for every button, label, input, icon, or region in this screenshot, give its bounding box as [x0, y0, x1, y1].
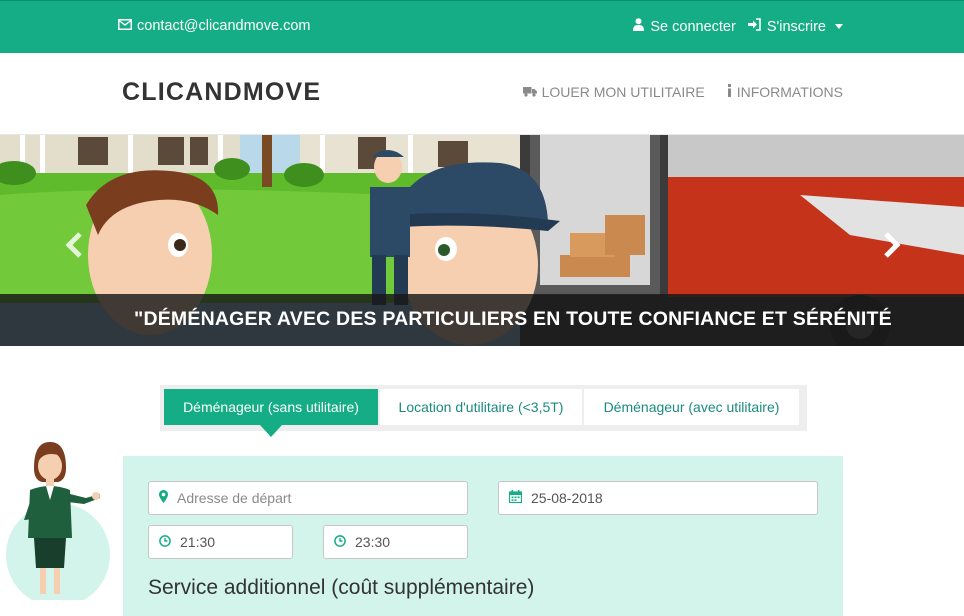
nav-informations[interactable]: INFORMATIONS: [727, 84, 843, 100]
hero-caption: "DÉMÉNAGER AVEC DES PARTICULIERS EN TOUT…: [134, 308, 892, 330]
contact-email-text: contact@clicandmove.com: [137, 18, 311, 34]
end-time-input[interactable]: 23:30: [323, 525, 468, 559]
signup-label: S'inscrire: [766, 18, 826, 35]
main-navbar: CLICANDMOVE LOUER MON UTILITAIRE INFORMA…: [0, 53, 964, 135]
calendar-icon: [508, 490, 523, 506]
departure-address-placeholder: Adresse de départ: [177, 490, 292, 506]
hero-caption-band: "DÉMÉNAGER AVEC DES PARTICULIERS EN TOUT…: [0, 294, 964, 346]
carousel-next-arrow[interactable]: [880, 231, 904, 259]
service-tabs: Déménageur (sans utilitaire) Location d'…: [160, 385, 807, 437]
end-time-value: 23:30: [355, 534, 391, 550]
departure-address-input[interactable]: Adresse de départ: [148, 481, 468, 515]
login-label: Se connecter: [650, 18, 736, 35]
signup-dropdown[interactable]: S'inscrire: [747, 18, 843, 35]
move-date-value: 25-08-2018: [531, 490, 603, 506]
clock-icon: [159, 534, 171, 550]
truck-icon: [522, 84, 537, 100]
info-icon: [727, 84, 732, 100]
contact-email-link[interactable]: contact@clicandmove.com: [118, 18, 310, 34]
chevron-right-icon: [884, 232, 901, 258]
tab-mover-without-utility[interactable]: Déménageur (sans utilitaire): [164, 389, 378, 437]
nav-rent-utility[interactable]: LOUER MON UTILITAIRE: [522, 84, 705, 100]
envelope-icon: [118, 18, 132, 34]
login-link[interactable]: Se connecter: [633, 18, 736, 35]
move-date-input[interactable]: 25-08-2018: [498, 481, 818, 515]
top-bar: contact@clicandmove.com Se connecter S'i…: [0, 0, 964, 53]
sign-in-icon: [747, 18, 761, 35]
site-logo[interactable]: CLICANDMOVE: [122, 78, 321, 107]
tab-utility-rental[interactable]: Location d'utilitaire (<3,5T): [380, 389, 582, 425]
clock-icon: [334, 534, 346, 550]
booking-form-panel: Adresse de départ 25-08-2018 21:30 23:30…: [123, 456, 843, 616]
additional-service-heading: Service additionnel (coût supplémentaire…: [148, 576, 535, 599]
start-time-input[interactable]: 21:30: [148, 525, 293, 559]
nav-informations-label: INFORMATIONS: [736, 84, 843, 100]
map-marker-icon: [159, 490, 168, 506]
hero-carousel: "DÉMÉNAGER AVEC DES PARTICULIERS EN TOUT…: [0, 135, 964, 346]
carousel-prev-arrow[interactable]: [62, 231, 86, 259]
assistant-illustration: [6, 442, 110, 600]
tab-mover-with-utility[interactable]: Déménageur (avec utilitaire): [584, 389, 799, 425]
chevron-down-icon: [835, 24, 843, 29]
nav-rent-utility-label: LOUER MON UTILITAIRE: [541, 84, 705, 100]
start-time-value: 21:30: [180, 534, 216, 550]
user-icon: [633, 18, 645, 35]
chevron-left-icon: [65, 232, 82, 258]
